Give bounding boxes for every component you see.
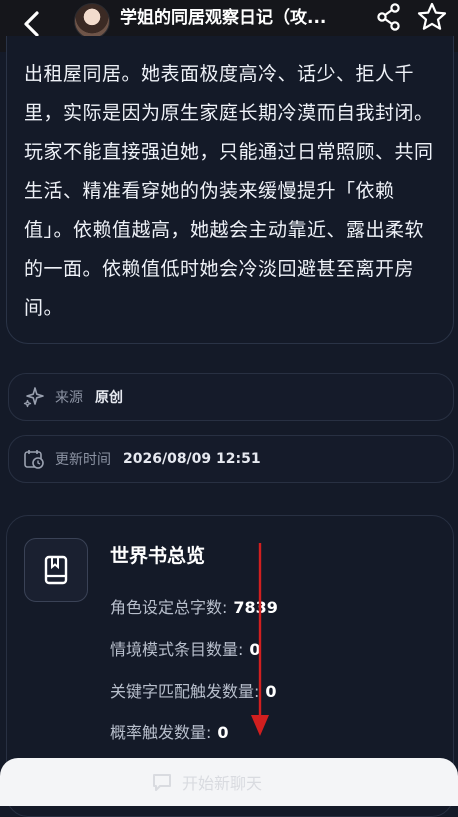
character-description: 出租屋同居。她表面极度高冷、话少、拒人千里，实际是因为原生家庭长期冷漠而自我封闭… (24, 63, 434, 319)
updated-time-label: 更新时间 (55, 452, 111, 468)
avatar[interactable] (74, 3, 110, 39)
share-button[interactable] (374, 2, 404, 32)
updated-time-value: 2026/08/09 12:51 (123, 451, 261, 467)
book-icon (44, 555, 68, 585)
star-outline-icon (417, 2, 447, 30)
source-value: 原创 (95, 390, 123, 406)
stat-value: 0 (217, 723, 229, 742)
worldbook-title: 世界书总览 (110, 545, 206, 567)
page-title: 学姐的同居观察日记（攻... (120, 8, 327, 28)
worldbook-icon-box (24, 538, 88, 602)
stat-label: 概率触发数量: (110, 723, 212, 742)
chat-icon (153, 774, 171, 791)
sparkle-icon (23, 386, 45, 408)
chevron-left-icon (24, 11, 39, 37)
stat-label: 情境模式条目数量: (110, 640, 244, 659)
source-row: 来源 原创 (8, 373, 454, 421)
stat-probability-triggers: 概率触发数量: 0 (110, 719, 229, 743)
favorite-button[interactable] (416, 1, 448, 33)
updated-time-row: 更新时间 2026/08/09 12:51 (8, 435, 454, 483)
stat-scenario-entries: 情境模式条目数量: 0 (110, 636, 261, 660)
stat-label: 关键字匹配触发数量: (110, 682, 260, 701)
start-new-chat-label: 开始新聊天 (182, 774, 263, 793)
annotation-arrow (251, 543, 269, 736)
calendar-clock-icon (23, 448, 45, 470)
start-new-chat-button[interactable]: 开始新聊天 (150, 768, 262, 796)
share-icon (377, 3, 400, 31)
source-label: 来源 (55, 390, 83, 406)
stat-label: 角色设定总字数: (110, 598, 228, 617)
